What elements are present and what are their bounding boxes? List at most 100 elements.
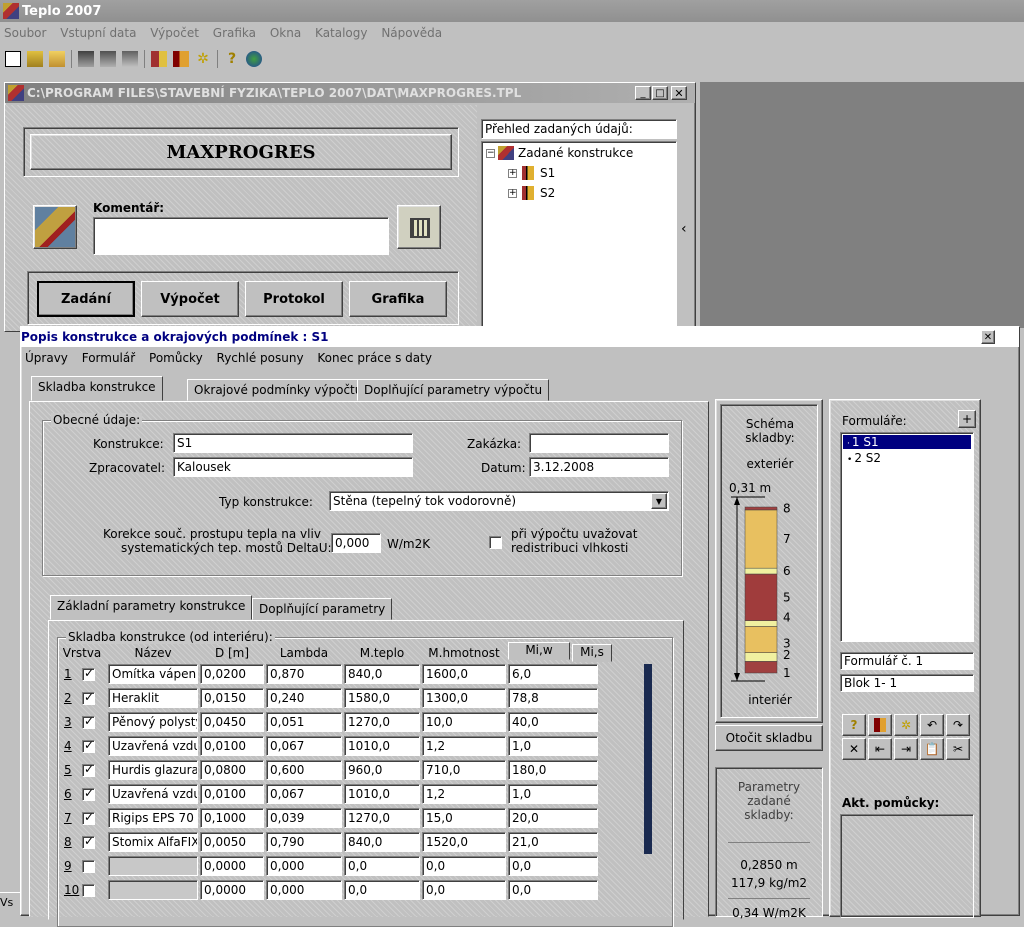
menu-formular[interactable]: Formulář bbox=[82, 351, 135, 365]
material-icon[interactable] bbox=[173, 51, 189, 67]
tree-collapse-icon[interactable]: − bbox=[486, 148, 495, 158]
lambda-cell[interactable]: 0,000 bbox=[266, 856, 342, 876]
teplo-cell[interactable]: 1010,0 bbox=[344, 784, 420, 804]
help-tool-icon[interactable]: ? bbox=[842, 714, 866, 736]
zpracovatel-input[interactable]: Kalousek bbox=[173, 457, 413, 477]
new-file-icon[interactable] bbox=[5, 51, 21, 67]
tree-item-s2[interactable]: + S2 bbox=[508, 186, 555, 200]
menu-soubor[interactable]: Soubor bbox=[4, 26, 46, 40]
zadani-button[interactable]: Zadání bbox=[37, 281, 135, 317]
name-cell[interactable]: Uzavřená vzdu bbox=[108, 784, 198, 804]
form-item-1[interactable]: · 1 S1 bbox=[843, 435, 971, 449]
sun-icon[interactable]: ✲ bbox=[195, 51, 211, 67]
redistribuce-checkbox[interactable] bbox=[489, 536, 502, 549]
hmotnost-cell[interactable]: 1300,0 bbox=[422, 688, 506, 708]
forms-list[interactable]: · 1 S1 • 2 S2 bbox=[840, 432, 974, 642]
tree-expand-icon[interactable]: + bbox=[508, 168, 517, 178]
name-cell[interactable]: Hurdis glazura bbox=[108, 760, 198, 780]
name-cell[interactable] bbox=[108, 880, 198, 900]
typ-select[interactable]: Stěna (tepelný tok vodorovně) bbox=[329, 491, 669, 511]
row-enabled-checkbox[interactable] bbox=[82, 834, 95, 849]
d-cell[interactable]: 0,0100 bbox=[200, 736, 264, 756]
open-folder-icon[interactable] bbox=[49, 51, 65, 67]
column-header-miw[interactable]: Mi,w bbox=[508, 642, 570, 660]
column-header-mis[interactable]: Mi,s bbox=[572, 644, 612, 662]
row-number[interactable]: 3 bbox=[64, 715, 72, 729]
d-cell[interactable]: 0,0000 bbox=[200, 880, 264, 900]
name-cell[interactable]: Uzavřená vzdu bbox=[108, 736, 198, 756]
miw-cell[interactable]: 20,0 bbox=[508, 808, 598, 828]
teplo-cell[interactable]: 1270,0 bbox=[344, 808, 420, 828]
d-cell[interactable]: 0,0050 bbox=[200, 832, 264, 852]
menu-grafika[interactable]: Grafika bbox=[213, 26, 256, 40]
row-number[interactable]: 4 bbox=[64, 739, 72, 753]
lambda-cell[interactable]: 0,600 bbox=[266, 760, 342, 780]
tree-root[interactable]: − Zadané konstrukce bbox=[486, 146, 633, 160]
add-form-button[interactable]: + bbox=[958, 410, 976, 428]
name-cell[interactable]: Heraklit bbox=[108, 688, 198, 708]
lambda-cell[interactable]: 0,039 bbox=[266, 808, 342, 828]
hmotnost-cell[interactable]: 1600,0 bbox=[422, 664, 506, 684]
table-scrollbar[interactable] bbox=[644, 664, 652, 854]
subtab-zakladni[interactable]: Základní parametry konstrukce bbox=[50, 595, 253, 620]
menu-vstupni-data[interactable]: Vstupní data bbox=[60, 26, 136, 40]
tree-item-s1[interactable]: + S1 bbox=[508, 166, 555, 180]
miw-cell[interactable]: 78,8 bbox=[508, 688, 598, 708]
right-image-button[interactable] bbox=[397, 205, 441, 249]
material-tool-icon[interactable] bbox=[868, 714, 892, 736]
hmotnost-cell[interactable]: 10,0 bbox=[422, 712, 506, 732]
input-data-icon[interactable] bbox=[78, 51, 94, 67]
left-image-button[interactable] bbox=[33, 205, 77, 249]
row-number[interactable]: 7 bbox=[64, 811, 72, 825]
miw-cell[interactable]: 21,0 bbox=[508, 832, 598, 852]
hmotnost-cell[interactable]: 710,0 bbox=[422, 760, 506, 780]
row-enabled-checkbox[interactable] bbox=[82, 860, 95, 873]
close-button[interactable]: ✕ bbox=[671, 86, 687, 100]
name-cell[interactable] bbox=[108, 856, 198, 876]
teplo-cell[interactable]: 1580,0 bbox=[344, 688, 420, 708]
sun-tool-icon[interactable]: ✲ bbox=[894, 714, 918, 736]
teplo-cell[interactable]: 1010,0 bbox=[344, 736, 420, 756]
tab-okrajove[interactable]: Okrajové podmínky výpočtu bbox=[187, 379, 370, 401]
row-enabled-checkbox[interactable] bbox=[82, 884, 95, 897]
row-number[interactable]: 6 bbox=[64, 787, 72, 801]
row-number[interactable]: 8 bbox=[64, 835, 72, 849]
korekce-input[interactable]: 0,000 bbox=[331, 533, 381, 553]
hmotnost-cell[interactable]: 0,0 bbox=[422, 880, 506, 900]
menu-konec[interactable]: Konec práce s daty bbox=[317, 351, 432, 365]
hmotnost-cell[interactable]: 1,2 bbox=[422, 736, 506, 756]
row-enabled-checkbox[interactable] bbox=[82, 786, 95, 801]
grafika-button[interactable]: Grafika bbox=[349, 281, 447, 317]
move-left-icon[interactable]: ⇤ bbox=[868, 738, 892, 760]
miw-cell[interactable]: 1,0 bbox=[508, 736, 598, 756]
delete-icon[interactable]: ✕ bbox=[842, 738, 866, 760]
name-cell[interactable]: Rigips EPS 70 bbox=[108, 808, 198, 828]
name-cell[interactable]: Omítka vápenn bbox=[108, 664, 198, 684]
lambda-cell[interactable]: 0,000 bbox=[266, 880, 342, 900]
lambda-cell[interactable]: 0,051 bbox=[266, 712, 342, 732]
lambda-cell[interactable]: 0,240 bbox=[266, 688, 342, 708]
teplo-cell[interactable]: 0,0 bbox=[344, 856, 420, 876]
teplo-cell[interactable]: 960,0 bbox=[344, 760, 420, 780]
hmotnost-cell[interactable]: 1520,0 bbox=[422, 832, 506, 852]
row-number[interactable]: 9 bbox=[64, 859, 72, 873]
teplo-cell[interactable]: 840,0 bbox=[344, 664, 420, 684]
tree-expand-icon[interactable]: + bbox=[508, 188, 517, 198]
d-cell[interactable]: 0,0800 bbox=[200, 760, 264, 780]
name-cell[interactable]: Stomix AlfaFIX bbox=[108, 832, 198, 852]
move-right-icon[interactable]: ⇥ bbox=[894, 738, 918, 760]
menu-katalogy[interactable]: Katalogy bbox=[315, 26, 367, 40]
tab-doplnujici[interactable]: Doplňující parametry výpočtu bbox=[357, 379, 550, 401]
help-icon[interactable]: ? bbox=[224, 51, 240, 67]
d-cell[interactable]: 0,0450 bbox=[200, 712, 264, 732]
d-cell[interactable]: 0,0100 bbox=[200, 784, 264, 804]
hmotnost-cell[interactable]: 1,2 bbox=[422, 784, 506, 804]
paste-icon[interactable]: 📋 bbox=[920, 738, 944, 760]
row-enabled-checkbox[interactable] bbox=[82, 690, 95, 705]
menu-napoveda[interactable]: Nápověda bbox=[381, 26, 442, 40]
dialog-close-button[interactable]: ✕ bbox=[981, 330, 995, 344]
d-cell[interactable]: 0,0150 bbox=[200, 688, 264, 708]
vypocet-button[interactable]: Výpočet bbox=[141, 281, 239, 317]
lambda-cell[interactable]: 0,067 bbox=[266, 736, 342, 756]
subtab-doplnujici[interactable]: Doplňující parametry bbox=[252, 598, 393, 620]
